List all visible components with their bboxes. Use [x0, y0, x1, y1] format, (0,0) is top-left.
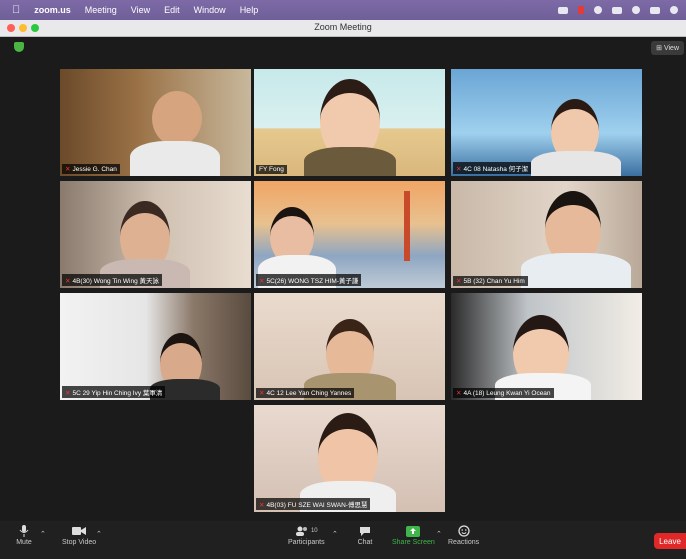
- participants-button[interactable]: 10 Participants: [288, 525, 325, 546]
- mac-menubar:  zoom.us Meeting View Edit Window Help: [0, 0, 686, 20]
- participant-name-label: ✕ 5C 29 Yip Hin Ching Ivy 葉軍清: [62, 386, 166, 398]
- meeting-controls-bar: Mute ⌃ Stop Video ⌃ 10 Participants ⌃ Ch…: [0, 521, 686, 559]
- leave-meeting-button[interactable]: Leave: [654, 533, 686, 549]
- encryption-shield-icon[interactable]: [14, 42, 24, 52]
- participant-name-label: ✕ 4B(30) Wong Tin Wing 黃天詠: [62, 274, 163, 286]
- video-options-caret[interactable]: ⌃: [96, 530, 102, 538]
- participants-options-caret[interactable]: ⌃: [332, 530, 338, 538]
- status-tray: [558, 0, 678, 20]
- video-tile-jessie[interactable]: ✕ Jessie G. Chan: [60, 69, 251, 176]
- window-titlebar: Zoom Meeting: [0, 20, 686, 37]
- window-title: Zoom Meeting: [314, 22, 372, 32]
- participants-icon: 10: [291, 525, 321, 537]
- volume-icon[interactable]: [612, 6, 622, 14]
- video-tile-yip-hin-ching[interactable]: ✕ 5C 29 Yip Hin Ching Ivy 葉軍清: [60, 293, 251, 400]
- gallery-view: ⊞ View ✕ Jessie G. Chan FY Fong ✕ 4C 08 Na…: [0, 37, 686, 521]
- participant-name-label: ✕ 5B (32) Chan Yu Him: [453, 276, 528, 286]
- share-options-caret[interactable]: ⌃: [436, 530, 442, 538]
- video-tile-fu-sze-wai[interactable]: ✕ 4B(03) FU SZE WAI SWAN-傅思慧: [254, 405, 445, 512]
- alert-tray-icon[interactable]: [578, 6, 584, 14]
- menu-app[interactable]: zoom.us: [34, 5, 71, 15]
- participant-name-label: ✕ 4C 12 Lee Yan Ching Yannes: [256, 388, 355, 398]
- cloud-icon[interactable]: [594, 6, 602, 14]
- chevron-up-icon: ⌃: [96, 531, 102, 538]
- participant-name-label: ✕ Jessie G. Chan: [62, 164, 120, 174]
- battery-icon[interactable]: [650, 6, 660, 14]
- video-tile-natasha[interactable]: ✕ 4C 08 Natasha 何子潔: [451, 69, 642, 176]
- audio-options-caret[interactable]: ⌃: [40, 530, 46, 538]
- video-tile-leung-kwan-yi[interactable]: ✕ 4A (18) Leung Kwan Yi Ocean: [451, 293, 642, 400]
- video-tile-wong-tin-wing[interactable]: ✕ 4B(30) Wong Tin Wing 黃天詠: [60, 181, 251, 288]
- participant-name-label: ✕ 4C 08 Natasha 何子潔: [453, 162, 532, 174]
- mic-muted-icon: ✕: [259, 278, 265, 285]
- video-tile-wong-tsz-him[interactable]: ✕ 5C(26) WONG TSZ HIM-黃子謙: [254, 181, 445, 288]
- video-tile-fy-fong[interactable]: FY Fong: [254, 69, 445, 176]
- smiley-plus-icon: [456, 525, 472, 537]
- mic-muted-icon: ✕: [259, 502, 265, 509]
- video-tile-chan-yu-him[interactable]: ✕ 5B (32) Chan Yu Him: [451, 181, 642, 288]
- reactions-button[interactable]: Reactions: [448, 525, 479, 546]
- chat-bubble-icon: [357, 525, 373, 537]
- mute-button[interactable]: Mute: [16, 525, 32, 546]
- video-camera-icon: [71, 525, 87, 537]
- menu-window[interactable]: Window: [194, 5, 226, 15]
- share-screen-icon: [405, 525, 421, 537]
- stop-video-button[interactable]: Stop Video: [62, 525, 96, 546]
- microphone-icon: [16, 525, 32, 537]
- bluetooth-icon[interactable]: [632, 6, 640, 14]
- view-button[interactable]: ⊞ View: [651, 41, 684, 55]
- mic-muted-icon: ✕: [65, 166, 71, 173]
- chevron-up-icon: ⌃: [436, 531, 442, 538]
- menu-edit[interactable]: Edit: [164, 5, 180, 15]
- menu-view[interactable]: View: [131, 5, 150, 15]
- video-tile-lee-yan-ching[interactable]: ✕ 4C 12 Lee Yan Ching Yannes: [254, 293, 445, 400]
- chat-button[interactable]: Chat: [357, 525, 373, 546]
- menu-meeting[interactable]: Meeting: [85, 5, 117, 15]
- chevron-up-icon: ⌃: [332, 531, 338, 538]
- mic-muted-icon: ✕: [65, 390, 71, 397]
- mic-muted-icon: ✕: [65, 278, 71, 285]
- mic-muted-icon: ✕: [456, 278, 462, 285]
- share-screen-button[interactable]: Share Screen: [392, 525, 435, 546]
- wifi-icon[interactable]: [670, 6, 678, 14]
- participant-name-label: ✕ 4B(03) FU SZE WAI SWAN-傅思慧: [256, 498, 371, 510]
- mic-muted-icon: ✕: [456, 390, 462, 397]
- participant-face: [152, 91, 202, 146]
- chevron-up-icon: ⌃: [40, 531, 46, 538]
- zoom-tray-icon[interactable]: [558, 6, 568, 14]
- participant-count: 10: [310, 528, 318, 534]
- apple-icon[interactable]: : [12, 4, 20, 16]
- menu-help[interactable]: Help: [240, 5, 259, 15]
- participant-name-label: FY Fong: [256, 165, 287, 174]
- participant-name-label: ✕ 5C(26) WONG TSZ HIM-黃子謙: [256, 274, 362, 286]
- mic-muted-icon: ✕: [259, 390, 265, 397]
- mic-muted-icon: ✕: [456, 166, 462, 173]
- participant-name-label: ✕ 4A (18) Leung Kwan Yi Ocean: [453, 388, 554, 398]
